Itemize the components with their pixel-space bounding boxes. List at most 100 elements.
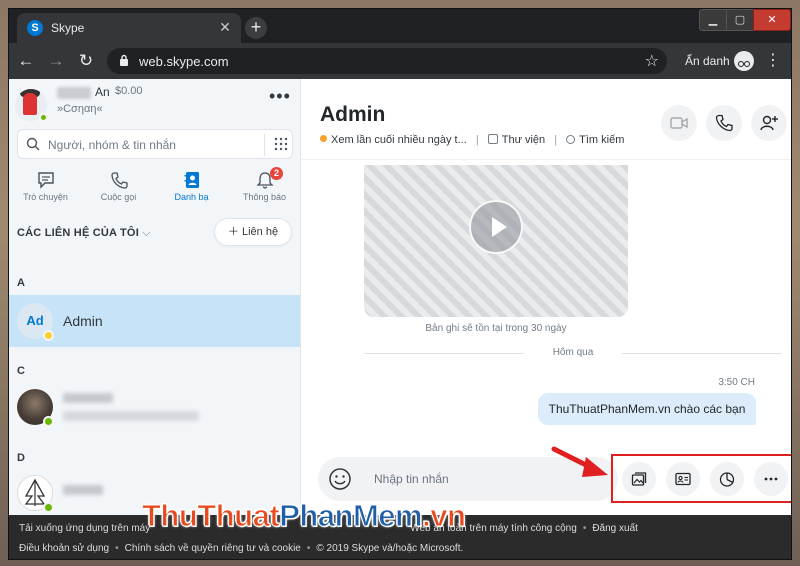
- reload-icon[interactable]: ↻: [75, 50, 97, 72]
- play-icon[interactable]: [469, 200, 523, 254]
- search-chat-link[interactable]: Tìm kiếm: [566, 134, 624, 146]
- online-status-icon: [43, 502, 54, 513]
- chat-subinfo: Xem lần cuối nhiều ngày t... | Thư viện …: [320, 134, 624, 146]
- tab-chats[interactable]: Trò chuyện: [9, 167, 82, 211]
- footer-copyright: © 2019 Skype và/hoặc Microsoft.: [316, 543, 464, 554]
- tab-contacts-label: Danh bạ: [174, 192, 209, 202]
- lock-icon: [120, 54, 128, 66]
- add-person-icon: [760, 115, 778, 131]
- red-arrow-annotation-icon: [551, 446, 608, 477]
- incognito-label: Ẩn danh: [685, 54, 730, 68]
- sidebar: An $0.00 »Cσηαη« ••• Người, nhóm & tin n…: [9, 79, 301, 515]
- tab-calls-label: Cuộc gọi: [100, 192, 137, 202]
- contact-name-blurred: [63, 485, 103, 495]
- video-camera-icon: [670, 117, 688, 129]
- create-poll-button[interactable]: [710, 462, 744, 496]
- search-box[interactable]: Người, nhóm & tin nhắn: [17, 129, 293, 159]
- message-input-placeholder: Nhập tin nhắn: [374, 472, 449, 486]
- chat-title[interactable]: Admin: [320, 103, 385, 127]
- address-url: web.skype.com: [139, 54, 229, 69]
- away-status-icon: [320, 135, 327, 142]
- my-contacts-header[interactable]: CÁC LIÊN HỆ CỦA TÔI ⌵: [17, 227, 151, 240]
- contacts-book-icon: [184, 172, 199, 188]
- search-icon: [566, 135, 576, 144]
- video-call-button[interactable]: [661, 105, 697, 141]
- footer-privacy-link[interactable]: Chính sách về quyền riêng tư và cookie: [125, 543, 301, 554]
- send-media-button[interactable]: [622, 462, 656, 496]
- window-minimize-button[interactable]: ▁: [699, 9, 727, 31]
- browser-tab-skype[interactable]: S Skype ✕: [17, 13, 241, 43]
- profile-name-blurred: [57, 87, 91, 99]
- window-close-button[interactable]: ✕: [753, 9, 791, 31]
- bookmark-star-icon[interactable]: ☆: [645, 51, 659, 71]
- tab-contacts[interactable]: Danh bạ: [155, 167, 228, 211]
- contact-admin[interactable]: Ad Admin: [9, 295, 300, 347]
- video-retention-caption: Bản ghi sẽ tồn tại trong 30 ngày: [425, 323, 567, 334]
- skype-favicon-icon: S: [27, 20, 43, 36]
- phone-icon: [715, 114, 733, 132]
- footer-download-link[interactable]: Tải xuống ứng dụng trên máy: [19, 523, 150, 534]
- dialpad-icon[interactable]: [274, 137, 288, 151]
- my-contacts-title: CÁC LIÊN HỆ CỦA TÔI: [17, 227, 139, 239]
- tab-title: Skype: [51, 21, 85, 35]
- add-people-button[interactable]: [751, 105, 787, 141]
- skype-web-page: An $0.00 »Cσηαη« ••• Người, nhóm & tin n…: [9, 79, 791, 559]
- away-status-icon: [43, 330, 54, 341]
- contact-card-icon: [675, 472, 691, 486]
- back-arrow-icon[interactable]: ←: [15, 50, 37, 72]
- address-bar[interactable]: web.skype.com ☆: [107, 48, 667, 74]
- tab-chats-label: Trò chuyện: [23, 192, 68, 202]
- audio-call-button[interactable]: [706, 105, 742, 141]
- window-maximize-button[interactable]: ▢: [726, 9, 754, 31]
- image-gallery-icon: [631, 472, 647, 486]
- new-tab-button[interactable]: +: [245, 17, 267, 39]
- add-contact-label: Liên hệ: [241, 226, 279, 238]
- footer-logout-link[interactable]: Đăng xuất: [592, 523, 638, 534]
- contact-group-letter-c: C: [17, 365, 25, 377]
- more-dots-icon: [764, 477, 778, 481]
- browser-window: S Skype ✕ + ▁ ▢ ✕ ← → ↻ web.skype.com ☆ …: [8, 8, 792, 560]
- message-timestamp: 3:50 CH: [718, 377, 755, 388]
- chat-panel: Admin Xem lần cuối nhiều ngày t... | Thư…: [302, 79, 791, 515]
- browser-menu-icon[interactable]: ⋮: [765, 51, 781, 71]
- site-watermark: ThuThuatPhanMem.vn: [141, 498, 466, 534]
- phone-icon: [110, 172, 128, 189]
- profile-name[interactable]: An: [95, 85, 110, 99]
- gallery-link[interactable]: Thư viện: [487, 134, 545, 146]
- tab-close-icon[interactable]: ✕: [217, 19, 233, 35]
- more-options-button[interactable]: [754, 462, 788, 496]
- contact-group-letter-a: A: [17, 277, 25, 289]
- sidebar-nav-tabs: Trò chuyện Cuộc gọi Danh bạ 2 Thông báo: [9, 167, 300, 211]
- tab-strip: S Skype ✕ + ▁ ▢ ✕: [9, 9, 791, 43]
- notification-count-badge: 2: [270, 167, 283, 180]
- plus-icon: ＋: [227, 226, 239, 238]
- profile-online-status-icon: [39, 113, 48, 122]
- contact-group-letter-d: D: [17, 452, 25, 464]
- video-message-thumbnail[interactable]: [364, 165, 628, 317]
- poll-pie-icon: [719, 472, 735, 487]
- profile-more-options-icon[interactable]: •••: [269, 87, 291, 105]
- browser-toolbar: ← → ↻ web.skype.com ☆ Ẩn danh ⋮: [9, 43, 791, 79]
- send-contact-button[interactable]: [666, 462, 700, 496]
- tab-notifications[interactable]: 2 Thông báo: [228, 167, 300, 211]
- contact-mood-blurred: [63, 411, 199, 421]
- search-input-placeholder: Người, nhóm & tin nhắn: [48, 138, 176, 152]
- date-separator: Hôm qua: [364, 345, 782, 361]
- footer-terms-link[interactable]: Điều khoản sử dụng: [19, 543, 109, 554]
- forward-arrow-icon[interactable]: →: [45, 50, 67, 72]
- chevron-down-icon: ⌵: [142, 227, 151, 239]
- search-divider: [264, 134, 265, 156]
- contact-c-1[interactable]: [9, 381, 300, 433]
- last-seen-text: Xem lần cuối nhiều ngày t...: [331, 134, 467, 146]
- emoji-icon[interactable]: [328, 467, 352, 491]
- search-icon: [26, 137, 40, 151]
- profile-credit[interactable]: $0.00: [115, 85, 143, 97]
- message-bubble[interactable]: ThuThuatPhanMem.vn chào các bạn: [538, 393, 756, 425]
- profile-mood-message[interactable]: »Cσηαη«: [57, 103, 103, 115]
- tab-notifications-label: Thông báo: [242, 192, 287, 202]
- contact-name-blurred: [63, 393, 113, 403]
- add-contact-button[interactable]: ＋ Liên hệ: [214, 218, 292, 246]
- incognito-icon[interactable]: [734, 51, 754, 71]
- tab-calls[interactable]: Cuộc gọi: [82, 167, 155, 211]
- online-status-icon: [43, 416, 54, 427]
